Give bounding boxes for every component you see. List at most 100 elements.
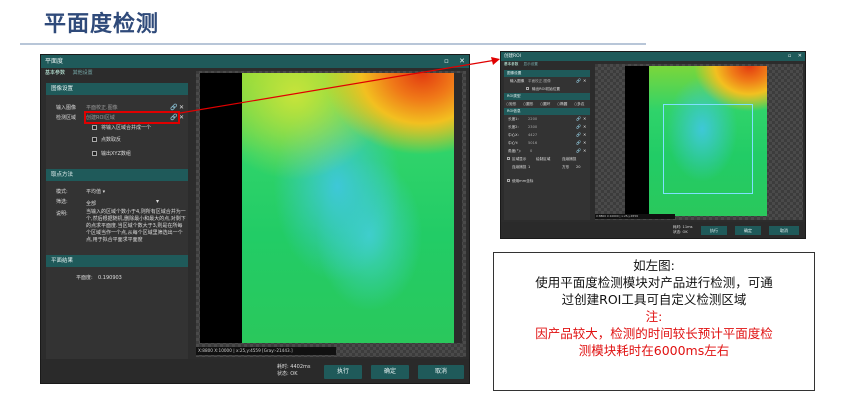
invert-points-checkbox[interactable]: [92, 137, 97, 142]
link-icon[interactable]: 🔗: [576, 147, 581, 155]
roi-width-row: 连续捕捉 1 方形 20: [512, 163, 581, 171]
link-icon[interactable]: 🔗: [576, 115, 581, 123]
flatness-dialog: 平面度 ▫ ✕ 基本参数 其他设置 图像设置 输入图像 平面校正.图像 🔗 ✕ …: [40, 54, 470, 384]
roi-rectangle[interactable]: [663, 104, 753, 194]
roi-image-viewer[interactable]: X:8800 X:10000 | x:25,y:4559: [595, 64, 803, 220]
roi-params-panel: 图像设置 输入图像 平面校正.图像 🔗 ✕ 输出ROI初始位置 ROI类型 ○矩…: [504, 70, 590, 220]
close-icon[interactable]: ✕: [459, 57, 465, 65]
clear-icon[interactable]: ✕: [583, 77, 586, 85]
clear-icon[interactable]: ✕: [583, 123, 586, 131]
shape-ellipse[interactable]: ○椭圆: [557, 100, 567, 108]
section-point-method: 取点方法: [46, 169, 188, 181]
description-row: 说明: 当输入的区域个数小于4,则所有区域合并为一个,然后根据随机,删除最小和最…: [46, 209, 188, 249]
flatness-row: 平面度: 0.190903: [46, 273, 188, 283]
input-image-label: 输入图像: [56, 105, 77, 111]
merge-region-label: 将输入区域合并成一个: [101, 125, 152, 131]
roi-input-row: 输入图像 平面校正.图像 🔗 ✕: [504, 77, 590, 85]
roi-length1-input[interactable]: 2200: [528, 115, 537, 123]
run-button[interactable]: 执行: [324, 365, 362, 379]
filter-select[interactable]: 全部: [86, 199, 96, 209]
roi-tab-display[interactable]: 显示设置: [524, 62, 538, 66]
roi-origin-checkbox[interactable]: [526, 87, 529, 90]
roi-cancel-button[interactable]: 取消: [769, 226, 799, 235]
dialog-titlebar: 平面度 ▫ ✕: [41, 55, 469, 68]
roi-origin-row: 输出ROI初始位置: [504, 85, 590, 93]
shape-ring[interactable]: ○圆环: [540, 100, 550, 108]
image-black-border: [200, 73, 242, 343]
note-warning-line: 因产品较大，检测的时间较长预计平面度检: [535, 326, 773, 341]
title-divider: [20, 43, 646, 45]
roi-dialog-title: 创建ROI: [504, 54, 521, 59]
roi-section-info: ROI信息: [504, 108, 590, 115]
maximize-icon[interactable]: ▫: [788, 53, 791, 59]
create-roi-dialog: 创建ROI ▫ ✕ 基本参数 显示设置 图像设置 输入图像 平面校正.图像 🔗 …: [500, 51, 806, 239]
roi-field-row: 中心Y: 5016 🔗 ✕: [508, 139, 587, 147]
tab-other-settings[interactable]: 其他设置: [73, 70, 93, 76]
detect-region-highlight: [84, 111, 180, 124]
invert-points-row: 点数取反: [46, 133, 188, 147]
link-icon[interactable]: 🔗: [576, 77, 581, 85]
shape-polygon[interactable]: ○多边: [574, 100, 584, 108]
detect-region-label: 检测区域: [56, 115, 77, 121]
roi-angle-input[interactable]: 0: [530, 147, 532, 155]
use-mm-label: 使用mm坐标: [512, 179, 534, 183]
clear-icon[interactable]: ✕: [583, 139, 586, 147]
chevron-down-icon[interactable]: ▾: [156, 197, 159, 207]
roi-mm-row: 使用mm坐标: [504, 177, 590, 185]
use-mm-checkbox[interactable]: [507, 179, 510, 182]
roi-input-value[interactable]: 平面校正.图像: [528, 77, 551, 85]
mode-row: 模式: 平均值 ▾: [46, 187, 188, 197]
description-label: 说明:: [56, 211, 68, 217]
maximize-icon[interactable]: ▫: [444, 57, 449, 65]
roi-center-x-input[interactable]: 4427: [528, 131, 537, 139]
note-line: 如左图:: [633, 258, 675, 273]
draw-region-option[interactable]: 绘制区域: [536, 155, 550, 163]
clear-icon[interactable]: ✕: [583, 131, 586, 139]
filter-row: 筛选: 全部 ▾: [46, 197, 188, 209]
image-viewer[interactable]: X:8800 X:10000 | x:25,y:4559 [Gray:-2144…: [196, 71, 466, 357]
mode-label: 模式:: [56, 189, 68, 195]
roi-field-row: 角度(°): 0 🔗 ✕: [508, 147, 587, 155]
link-icon[interactable]: 🔗: [576, 131, 581, 139]
output-xyz-checkbox[interactable]: [92, 151, 97, 156]
roi-footer: 耗时: 11ms 状态: OK 执行 确定 取消: [501, 222, 805, 238]
roi-field-row: 长度2: 2300 🔗 ✕: [508, 123, 587, 131]
ok-button[interactable]: 确定: [371, 365, 409, 379]
clear-icon[interactable]: ✕: [583, 147, 586, 155]
roi-viewer-status: X:8800 X:10000 | x:25,y:4559: [595, 214, 675, 219]
note-warning-line: 测模块耗时在6000ms左右: [578, 343, 730, 358]
note-warning-title: 注:: [645, 309, 663, 324]
status-text: 状态: OK: [277, 371, 298, 377]
roi-run-button[interactable]: 执行: [701, 226, 727, 235]
show-region-checkbox[interactable]: [507, 157, 510, 160]
section-flatness-result: 平面结果: [46, 255, 188, 267]
roi-shape-row: ○矩形 ○圆形 ○圆环 ○椭圆 ○多边: [504, 100, 590, 108]
slide-title: 平面度检测: [44, 12, 160, 37]
roi-length2-input[interactable]: 2300: [528, 123, 537, 131]
merge-region-checkbox[interactable]: [92, 125, 97, 130]
output-xyz-row: 输出XYZ数组: [46, 147, 188, 161]
note-box: 如左图: 使用平面度检测模块对产品进行检测，可通 过创建ROI工具可自定义检测区…: [493, 252, 815, 391]
shape-rect[interactable]: ○矩形: [506, 100, 516, 108]
roi-ok-button[interactable]: 确定: [735, 226, 761, 235]
shape-circle[interactable]: ○圆形: [523, 100, 533, 108]
link-icon[interactable]: 🔗: [576, 139, 581, 147]
close-icon[interactable]: ✕: [798, 53, 802, 59]
mode-select[interactable]: 平均值 ▾: [86, 187, 105, 197]
output-xyz-label: 输出XYZ数组: [101, 151, 131, 157]
roi-center-y-input[interactable]: 5016: [528, 139, 537, 147]
viewer-status-line: X:8800 X:10000 | x:25,y:4559 [Gray:-2144…: [196, 347, 336, 355]
roi-input-label: 输入图像: [510, 79, 525, 83]
note-line: 使用平面度检测模块对产品进行检测，可通: [535, 275, 773, 290]
continuous-capture-option[interactable]: 连续捕捉: [562, 155, 576, 163]
clear-icon[interactable]: ✕: [583, 115, 586, 123]
roi-tab-basic[interactable]: 基本参数: [504, 62, 518, 66]
link-icon[interactable]: 🔗: [576, 123, 581, 131]
elapsed-time: 耗时: 4402ms: [277, 364, 311, 370]
tab-basic-params[interactable]: 基本参数: [45, 70, 65, 76]
dialog-title: 平面度: [45, 58, 64, 65]
merge-region-row: 将输入区域合并成一个: [46, 123, 188, 133]
cancel-button[interactable]: 取消: [418, 365, 464, 379]
roi-dialog-titlebar: 创建ROI ▫ ✕: [501, 52, 805, 61]
width-unit[interactable]: 方形: [562, 163, 569, 171]
